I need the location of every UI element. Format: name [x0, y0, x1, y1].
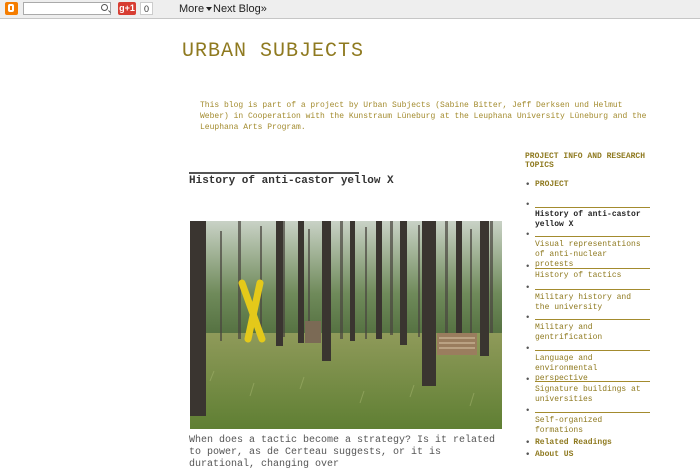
divider [535, 289, 650, 290]
bullet-icon: • [525, 200, 531, 210]
bullet-icon: • [525, 406, 531, 416]
post-title[interactable]: History of anti-castor yellow X [189, 174, 394, 188]
chevron-down-icon [206, 7, 213, 12]
sidebar-item-history-of-tactics[interactable]: • History of tactics [525, 262, 650, 281]
sidebar-heading: PROJECT INFO AND RESEARCH TOPICS [525, 152, 646, 170]
blog-description: This blog is part of a project by Urban … [200, 101, 647, 132]
divider [535, 268, 650, 269]
google-plus-one-button[interactable]: g+1 [118, 2, 136, 15]
more-label: More [179, 3, 205, 15]
bullet-icon: • [525, 180, 531, 190]
divider [535, 236, 650, 237]
google-plus-count: 0 [140, 2, 153, 15]
sidebar-item-label: Military history and the university [535, 293, 632, 312]
sidebar-item-label: About US [535, 450, 574, 459]
sidebar-item-label: Signature buildings at universities [535, 385, 641, 404]
sidebar-item-self-organized[interactable]: • Self-organized formations [525, 406, 650, 436]
divider [535, 319, 650, 320]
sidebar-item-label: Related Readings [535, 438, 612, 447]
bullet-icon: • [525, 262, 531, 272]
bullet-icon: • [525, 375, 531, 385]
sidebar-item-label: PROJECT [535, 180, 569, 189]
sidebar-item-label: Military and gentrification [535, 323, 603, 342]
sidebar-item-history-anti-castor[interactable]: • History of anti-castor yellow X [525, 200, 650, 230]
bullet-icon: • [525, 283, 531, 293]
sidebar-item-military-history[interactable]: • Military history and the university [525, 283, 650, 313]
bullet-icon: • [525, 313, 531, 323]
bullet-icon: • [525, 344, 531, 354]
divider [535, 381, 650, 382]
post-body: When does a tactic become a strategy? Is… [189, 435, 496, 470]
post-photo-forest-yellow-x[interactable] [190, 221, 502, 429]
bullet-icon: • [525, 230, 531, 240]
more-menu-button[interactable]: More [179, 3, 213, 15]
sidebar-item-label: Self-organized formations [535, 416, 603, 435]
sidebar-item-about-us[interactable]: • About US [525, 450, 650, 460]
blogger-navbar: g+1 0 More Next Blog» [0, 0, 700, 19]
bullet-icon: • [525, 438, 531, 448]
divider [535, 412, 650, 413]
bullet-icon: • [525, 450, 531, 460]
sidebar-item-military-gentrification[interactable]: • Military and gentrification [525, 313, 650, 343]
sidebar-item-related-readings[interactable]: • Related Readings [525, 438, 650, 448]
blogger-logo-icon[interactable] [5, 2, 18, 15]
blog-title[interactable]: URBAN SUBJECTS [182, 40, 364, 64]
divider [535, 207, 650, 208]
sidebar-item-label: History of tactics [535, 271, 622, 280]
search-icon[interactable] [101, 4, 108, 11]
search-input[interactable] [23, 2, 111, 15]
sidebar-item-signature-buildings[interactable]: • Signature buildings at universities [525, 375, 650, 405]
divider [535, 350, 650, 351]
sidebar-item-label: History of anti-castor yellow X [535, 210, 641, 229]
next-blog-link[interactable]: Next Blog» [213, 3, 267, 15]
sidebar-item-project[interactable]: • PROJECT [525, 180, 650, 190]
